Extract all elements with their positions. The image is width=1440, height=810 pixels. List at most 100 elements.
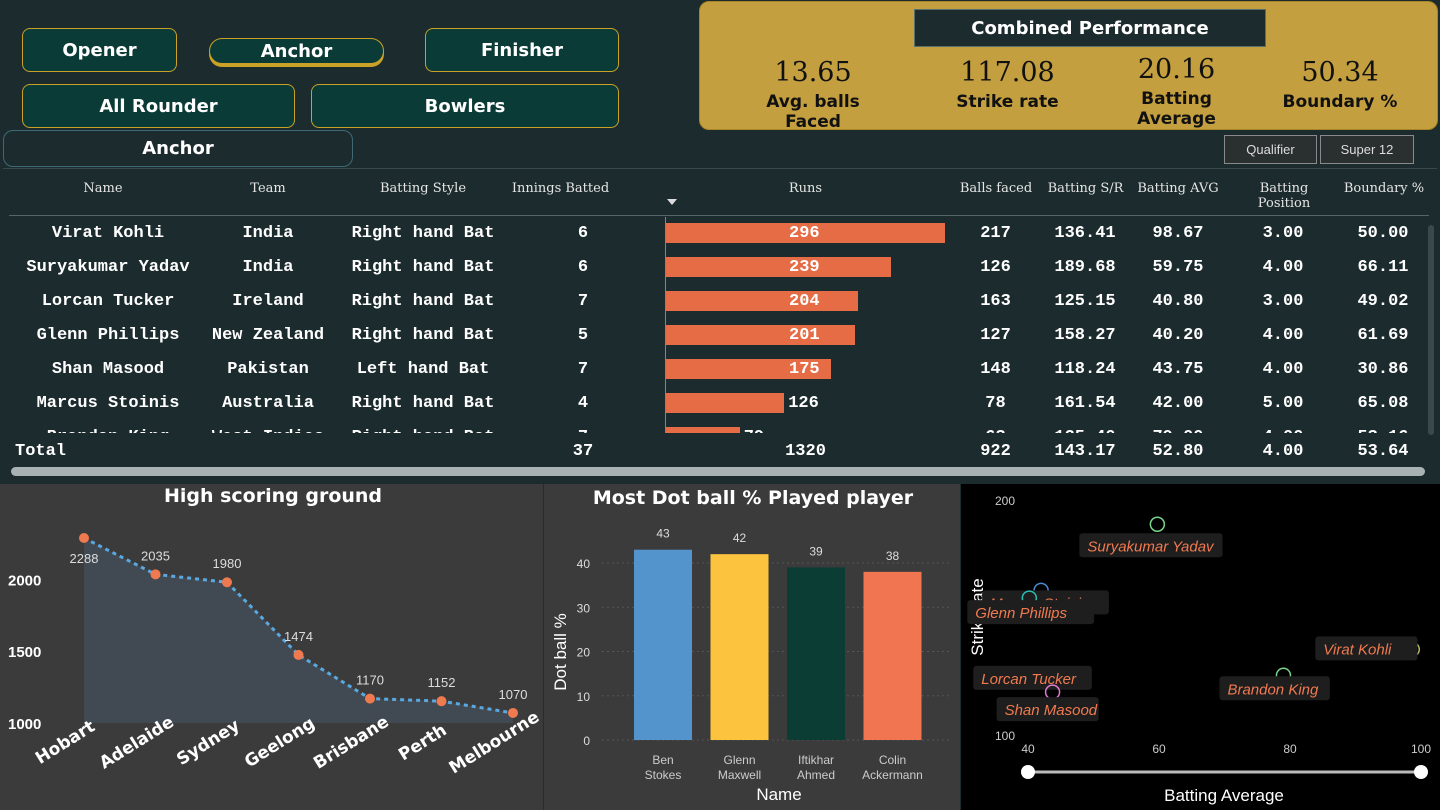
y-tick-label: 10 bbox=[577, 690, 591, 704]
total-sr: 143.17 bbox=[1054, 442, 1116, 461]
col-header-batting-position[interactable]: Batting Position bbox=[1241, 181, 1327, 211]
table-row[interactable]: Virat Kohli India Right hand Bat 6 217 136.41… bbox=[3, 217, 1423, 251]
col-header-name[interactable]: Name bbox=[63, 181, 143, 196]
table-row[interactable]: Brandon KingWest Indies Right hand Bat 7 63… bbox=[3, 421, 1423, 433]
super12-filter-button[interactable]: Super 12 bbox=[1320, 135, 1414, 164]
finisher-button[interactable]: Finisher bbox=[425, 28, 619, 72]
bar bbox=[863, 571, 922, 740]
cell-avg: 59.75 bbox=[1152, 258, 1204, 277]
x-axis-label: Name bbox=[756, 785, 801, 804]
x-range-slider-min-handle[interactable] bbox=[1021, 765, 1035, 779]
selected-role-label: Anchor bbox=[3, 130, 353, 167]
cell-innings: 6 bbox=[577, 224, 589, 243]
runs-bar-label: 201 bbox=[789, 326, 820, 345]
cell-team: Australia bbox=[222, 394, 314, 413]
x-range-slider-max-handle[interactable] bbox=[1414, 765, 1428, 779]
data-point bbox=[436, 696, 447, 707]
cell-avg: 79.00 bbox=[1138, 428, 1218, 433]
runs-bar bbox=[665, 325, 856, 345]
cell-boundary: 49.02 bbox=[1357, 292, 1409, 311]
bowlers-button[interactable]: Bowlers bbox=[311, 84, 619, 128]
table-row[interactable]: Marcus Stoinis Australia Right hand Bat 4 78… bbox=[3, 387, 1423, 421]
cell-balls: 148 bbox=[980, 360, 1011, 379]
table-row[interactable]: Glenn Phillips New Zealand Right hand Bat 5… bbox=[3, 319, 1423, 353]
anchor-button[interactable]: Anchor bbox=[209, 38, 384, 64]
total-label: Total bbox=[15, 442, 67, 461]
table-row[interactable]: Shan Masood Pakistan Left hand Bat 7 148 118.… bbox=[3, 353, 1423, 387]
y-tick-label: 2000 bbox=[8, 572, 41, 589]
cell-innings: 6 bbox=[577, 258, 589, 277]
cell-name: Marcus Stoinis bbox=[36, 394, 180, 413]
runs-bar-label: 239 bbox=[789, 258, 820, 277]
table-row[interactable]: Lorcan Tucker Ireland Right hand Bat 7 163 12… bbox=[3, 285, 1423, 319]
y-tick-label: 100 bbox=[995, 729, 1015, 743]
kpi-value: 20.16 bbox=[1137, 54, 1216, 85]
runs-bar bbox=[665, 291, 858, 311]
cell-sr: 161.54 bbox=[1054, 394, 1116, 413]
kpi-value: 13.65 bbox=[774, 57, 852, 88]
cell-balls: 78 bbox=[985, 394, 1006, 413]
runs-bar-label: 79 bbox=[744, 428, 764, 433]
y-tick-label: 1500 bbox=[8, 644, 41, 661]
cell-team: Ireland bbox=[232, 292, 304, 311]
kpi-value: 50.34 bbox=[1301, 57, 1379, 88]
data-point bbox=[150, 569, 161, 580]
scatter-point bbox=[1149, 516, 1166, 533]
cell-style: Right hand Bat bbox=[343, 428, 503, 433]
data-point bbox=[293, 649, 304, 660]
col-header-balls-faced[interactable]: Balls faced bbox=[951, 181, 1041, 196]
cell-sr: 189.68 bbox=[1054, 258, 1116, 277]
cell-boundary: 65.08 bbox=[1357, 394, 1409, 413]
cell-avg: 40.80 bbox=[1152, 292, 1204, 311]
total-avg: 52.80 bbox=[1152, 442, 1204, 461]
cell-team: Pakistan bbox=[227, 360, 309, 379]
batting-table: Name Team Batting Style Innings Batted R… bbox=[3, 168, 1437, 480]
col-header-runs[interactable]: Runs bbox=[763, 181, 848, 196]
cell-team: India bbox=[242, 224, 294, 243]
x-tick-label: Perth bbox=[395, 720, 450, 765]
total-balls: 922 bbox=[980, 442, 1011, 461]
y-tick-label: 40 bbox=[577, 557, 591, 571]
col-header-innings[interactable]: Innings Batted bbox=[503, 181, 618, 196]
cell-name: Suryakumar Yadav bbox=[26, 258, 190, 277]
y-tick-label: 20 bbox=[577, 646, 591, 660]
data-label: 43 bbox=[656, 527, 670, 541]
y-tick-label: 0 bbox=[583, 734, 590, 748]
cell-pos: 4.00 bbox=[1262, 258, 1304, 277]
table-row[interactable]: Suryakumar Yadav India Right hand Bat 6 126 1… bbox=[3, 251, 1423, 285]
cell-innings: 7 bbox=[558, 428, 608, 433]
qualifier-filter-button[interactable]: Qualifier bbox=[1224, 135, 1317, 164]
cell-innings: 5 bbox=[577, 326, 589, 345]
kpi-label: Avg. balls Faced bbox=[766, 92, 860, 132]
opener-button[interactable]: Opener bbox=[22, 28, 177, 72]
chart-title: High scoring ground bbox=[164, 485, 382, 507]
bar bbox=[634, 549, 692, 740]
cell-avg: 43.75 bbox=[1152, 360, 1204, 379]
header-divider bbox=[9, 215, 1429, 216]
cell-pos: 4.00 bbox=[1262, 360, 1304, 379]
data-label: 2288 bbox=[70, 551, 99, 566]
col-header-boundary-pct[interactable]: Boundary % bbox=[1339, 181, 1429, 196]
col-header-team[interactable]: Team bbox=[228, 181, 308, 196]
cell-name: Brandon King bbox=[13, 428, 203, 433]
data-point bbox=[222, 577, 232, 588]
all-rounder-button[interactable]: All Rounder bbox=[22, 84, 295, 128]
combined-performance-panel: Combined Performance 13.65 Avg. balls Fa… bbox=[699, 1, 1438, 132]
col-header-batting-style[interactable]: Batting Style bbox=[363, 181, 483, 196]
x-tick-label: Ahmed bbox=[797, 768, 835, 782]
table-vertical-scrollbar[interactable] bbox=[1428, 225, 1434, 435]
col-header-strike-rate[interactable]: Batting S/R bbox=[1043, 181, 1128, 196]
col-header-batting-avg[interactable]: Batting AVG bbox=[1133, 181, 1223, 196]
cell-avg: 40.20 bbox=[1152, 326, 1204, 345]
cell-balls: 126 bbox=[980, 258, 1011, 277]
cell-sr: 118.24 bbox=[1054, 360, 1116, 379]
point-label: Shan Masood bbox=[1005, 702, 1098, 719]
cell-avg: 42.00 bbox=[1152, 394, 1204, 413]
col-header-batting-position-line2: Position bbox=[1257, 196, 1311, 211]
cell-balls: 63 bbox=[963, 428, 1028, 433]
y-tick-label: 30 bbox=[577, 601, 591, 615]
data-label: 1152 bbox=[428, 675, 456, 690]
table-horizontal-scrollbar[interactable] bbox=[11, 467, 1425, 476]
x-tick-label: Ackermann bbox=[862, 768, 923, 782]
cell-name: Virat Kohli bbox=[51, 224, 165, 243]
